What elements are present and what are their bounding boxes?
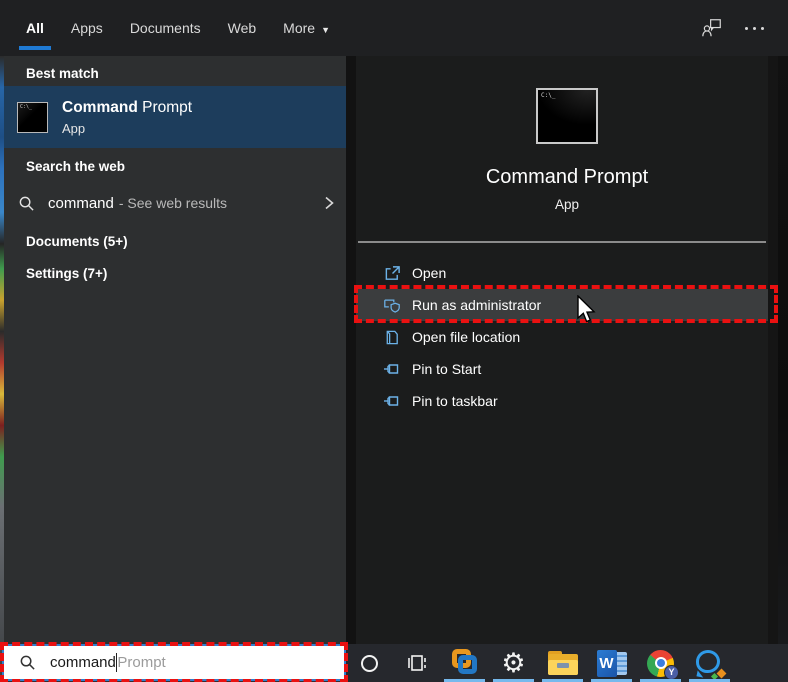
command-prompt-icon-large: C:\_ <box>536 88 598 144</box>
task-view-icon[interactable] <box>393 644 440 682</box>
word-icon[interactable]: W <box>587 644 636 682</box>
web-search-result[interactable]: command - See web results <box>4 182 346 224</box>
pin-icon <box>383 392 401 410</box>
chevron-right-icon[interactable] <box>322 194 336 212</box>
search-filter-bar: All Apps Documents Web More ▼ <box>0 0 788 56</box>
tab-more[interactable]: More ▼ <box>283 20 330 36</box>
windows-search-screen: All Apps Documents Web More ▼ Best match … <box>0 0 788 682</box>
action-open[interactable]: Open <box>356 257 768 289</box>
tab-all[interactable]: All <box>19 20 51 50</box>
best-match-result-command-prompt[interactable]: C:\_ Command Prompt App <box>4 86 346 148</box>
chat-app-icon[interactable] <box>685 644 734 682</box>
action-pin-to-taskbar[interactable]: Pin to taskbar <box>356 385 768 417</box>
preview-app-name: Command Prompt <box>485 166 649 188</box>
feedback-icon[interactable] <box>701 17 723 39</box>
chrome-profile-badge: Y <box>664 664 679 680</box>
result-type: App <box>62 120 86 136</box>
scrollbar[interactable] <box>768 56 778 644</box>
chevron-down-icon: ▼ <box>321 25 330 35</box>
search-input[interactable]: command Prompt <box>2 644 346 681</box>
shield-icon <box>383 296 401 314</box>
taskbar: ⚙ W Y <box>346 644 788 682</box>
open-icon <box>383 264 401 282</box>
search-icon <box>18 195 35 212</box>
result-title: Command Prompt <box>62 98 193 116</box>
desktop-edge-right <box>778 56 788 644</box>
search-results-panel: Best match C:\_ Command Prompt App Searc… <box>4 56 346 682</box>
mouse-cursor <box>574 295 596 325</box>
search-icon <box>19 654 36 671</box>
more-options-icon[interactable] <box>745 26 764 30</box>
web-query-text: command <box>48 194 114 212</box>
vmware-icon[interactable] <box>440 644 489 682</box>
settings-section-toggle[interactable]: Settings (7+) <box>4 258 346 288</box>
search-the-web-header: Search the web <box>26 159 126 174</box>
command-prompt-icon: C:\_ <box>17 101 48 133</box>
search-input-value: command <box>50 654 116 671</box>
pin-icon <box>383 360 401 378</box>
tab-documents[interactable]: Documents <box>130 20 201 36</box>
tab-apps[interactable]: Apps <box>71 20 103 36</box>
web-query-hint: - See web results <box>118 195 228 211</box>
action-run-as-administrator[interactable]: Run as administrator <box>356 289 768 321</box>
best-match-header: Best match <box>26 66 99 81</box>
cortana-icon[interactable] <box>346 644 393 682</box>
panel-divider-gap <box>346 56 356 644</box>
settings-gear-icon[interactable]: ⚙ <box>489 644 538 682</box>
file-explorer-icon[interactable] <box>538 644 587 682</box>
documents-section-toggle[interactable]: Documents (5+) <box>4 226 346 256</box>
app-preview-panel: C:\_ Command Prompt App Open Run as admi… <box>356 56 778 644</box>
action-open-file-location[interactable]: Open file location <box>356 321 768 353</box>
divider <box>358 241 766 243</box>
search-input-suggestion: Prompt <box>117 654 166 671</box>
preview-app-type: App <box>554 197 580 212</box>
chrome-icon[interactable]: Y <box>636 644 685 682</box>
file-location-icon <box>383 328 401 346</box>
tab-web[interactable]: Web <box>228 20 257 36</box>
action-pin-to-start[interactable]: Pin to Start <box>356 353 768 385</box>
